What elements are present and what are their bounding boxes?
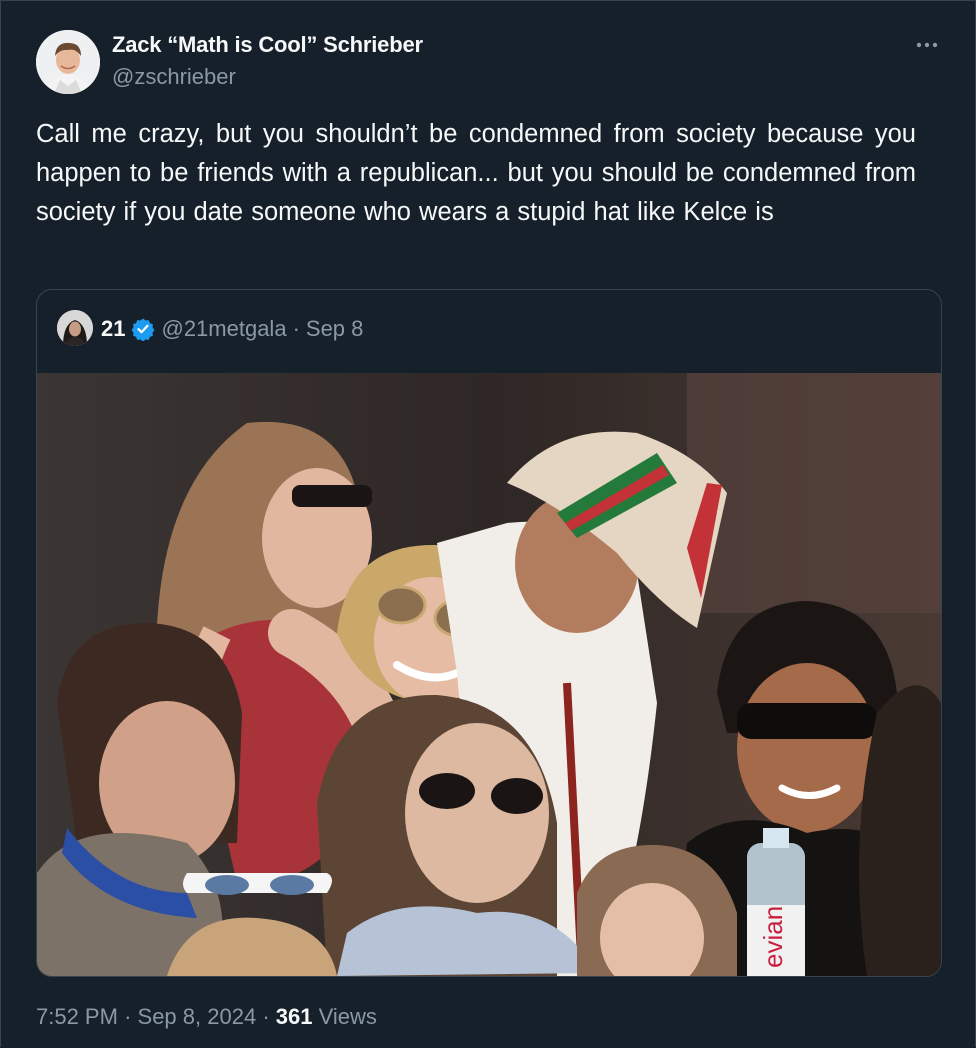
views-count[interactable]: 361	[276, 1004, 313, 1029]
quoted-header: 21 @21metgala · Sep 8	[101, 314, 363, 344]
tweet-time[interactable]: 7:52 PM	[36, 1004, 118, 1029]
meta-separator: ·	[124, 1004, 132, 1029]
meta-separator: ·	[262, 1004, 270, 1029]
author-display-name[interactable]: Zack “Math is Cool” Schrieber	[112, 32, 423, 58]
more-dots-icon	[916, 42, 938, 48]
bottle-label: evian	[758, 906, 788, 968]
tweet-meta: 7:52 PM · Sep 8, 2024 · 361 Views	[36, 1004, 377, 1030]
quoted-tweet[interactable]: 21 @21metgala · Sep 8 evian	[36, 289, 942, 977]
quoted-display-name[interactable]: 21	[101, 316, 125, 342]
quoted-author-avatar[interactable]	[57, 310, 93, 346]
quoted-separator: ·	[292, 316, 300, 341]
tweet-date[interactable]: Sep 8, 2024	[138, 1004, 257, 1029]
quoted-date[interactable]: Sep 8	[306, 316, 364, 342]
quoted-media-photo[interactable]: evian	[37, 373, 941, 976]
views-label: Views	[318, 1004, 377, 1029]
author-handle[interactable]: @zschrieber	[112, 64, 236, 90]
tweet-text: Call me crazy, but you shouldn’t be cond…	[36, 120, 916, 226]
author-avatar[interactable]	[36, 30, 100, 94]
more-options-button[interactable]	[912, 30, 942, 60]
quoted-handle[interactable]: @21metgala	[161, 316, 286, 342]
verified-badge-icon	[131, 318, 155, 341]
